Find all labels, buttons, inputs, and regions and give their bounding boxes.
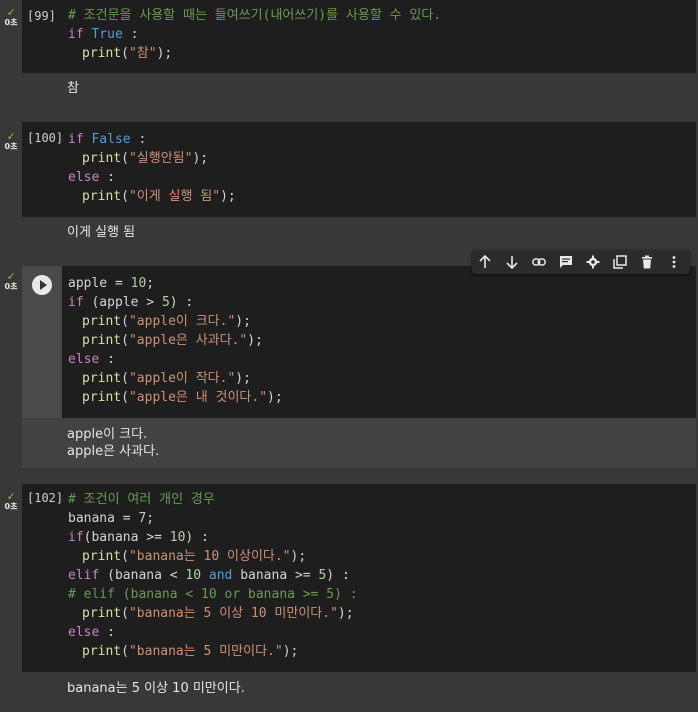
check-icon: ✓ [7, 129, 15, 143]
code-editor[interactable]: [99] # 조건문을 사용할 때는 들여쓰기(내어쓰기)를 사용할 수 있다.… [22, 0, 696, 73]
run-cell-button[interactable] [22, 266, 62, 418]
comment-button[interactable] [554, 250, 578, 274]
arrow-up-icon [479, 255, 491, 268]
code-line: print("banana는 5 이상 10 미만이다."); [82, 606, 354, 621]
move-up-button[interactable] [473, 250, 497, 274]
exec-count: [99] [27, 9, 56, 23]
code-cell-focused[interactable]: ✓ 0초 apple = 10; if (apple > 5) : print(… [0, 266, 698, 470]
check-icon: ✓ [7, 269, 15, 283]
link-button[interactable] [527, 250, 551, 274]
code-line: print("참"); [82, 46, 173, 61]
cell-status: ✓ 0초 [2, 6, 20, 28]
check-icon: ✓ [7, 489, 15, 503]
cell-status: ✓ 0초 [2, 270, 20, 292]
cell-toolbar [472, 250, 690, 274]
exec-count: [102] [27, 491, 64, 505]
code-line: if (apple > 5) : [68, 295, 194, 310]
code-editor[interactable]: [100] if False : print("실행안됨"); else : p… [22, 122, 696, 217]
exec-time: 0초 [4, 142, 18, 151]
more-vert-icon [672, 256, 676, 268]
code-line: print("apple은 사과다."); [82, 333, 263, 348]
code-line: banana = 7; [68, 511, 155, 526]
code-line: # 조건문을 사용할 때는 들여쓰기(내어쓰기)를 사용할 수 있다. [68, 8, 442, 23]
code-editor[interactable]: [102] # 조건이 여러 개인 경우 banana = 7; if(bana… [22, 484, 696, 672]
code-line: print("apple은 내 것이다."); [82, 390, 283, 405]
more-options-button[interactable] [662, 250, 686, 274]
arrow-down-icon [506, 256, 518, 269]
code-line: print("실행안됨"); [82, 151, 209, 166]
comment-icon [560, 256, 572, 268]
link-icon [532, 258, 546, 266]
mirror-cell-button[interactable] [608, 250, 632, 274]
gear-icon [586, 255, 600, 269]
code-line: if True : [68, 27, 139, 42]
code-line: elif (banana < 10 and banana >= 5) : [68, 568, 350, 583]
settings-button[interactable] [581, 250, 605, 274]
move-down-button[interactable] [500, 250, 524, 274]
code-line: print("banana는 10 이상이다."); [82, 549, 307, 564]
trash-icon [642, 255, 652, 269]
code-line: else : [68, 170, 115, 185]
check-icon: ✓ [7, 5, 15, 19]
code-line: else : [68, 625, 115, 640]
exec-time: 0초 [4, 502, 18, 511]
exec-time: 0초 [4, 282, 18, 291]
mirror-cell-icon [613, 255, 627, 269]
code-cell-100[interactable]: ✓ 0초 [100] if False : print("실행안됨"); els… [0, 122, 698, 250]
delete-cell-button[interactable] [635, 250, 659, 274]
code-line: apple = 10; [68, 276, 155, 291]
code-line: # 조건이 여러 개인 경우 [68, 492, 215, 507]
code-cell-99[interactable]: ✓ 0초 [99] # 조건문을 사용할 때는 들여쓰기(내어쓰기)를 사용할 … [0, 0, 698, 120]
code-line: print("apple이 작다."); [82, 371, 251, 386]
exec-time: 0초 [4, 18, 18, 27]
code-line: print("banana는 5 미만이다."); [82, 644, 299, 659]
code-line: if(banana >= 10) : [68, 530, 209, 545]
cell-status: ✓ 0초 [2, 130, 20, 152]
code-editor[interactable]: apple = 10; if (apple > 5) : print("appl… [22, 266, 696, 418]
code-line: else : [68, 352, 115, 367]
cell-status: ✓ 0초 [2, 490, 20, 512]
play-icon[interactable] [32, 275, 52, 295]
code-line: if False : [68, 132, 147, 147]
code-line: print("apple이 크다."); [82, 314, 251, 329]
code-cell-102[interactable]: ✓ 0초 [102] # 조건이 여러 개인 경우 banana = 7; if… [0, 484, 698, 712]
code-line: print("이게 실행 됨"); [82, 189, 236, 204]
code-line: # elif (banana < 10 or banana >= 5) : [68, 587, 358, 602]
exec-count: [100] [27, 131, 64, 145]
